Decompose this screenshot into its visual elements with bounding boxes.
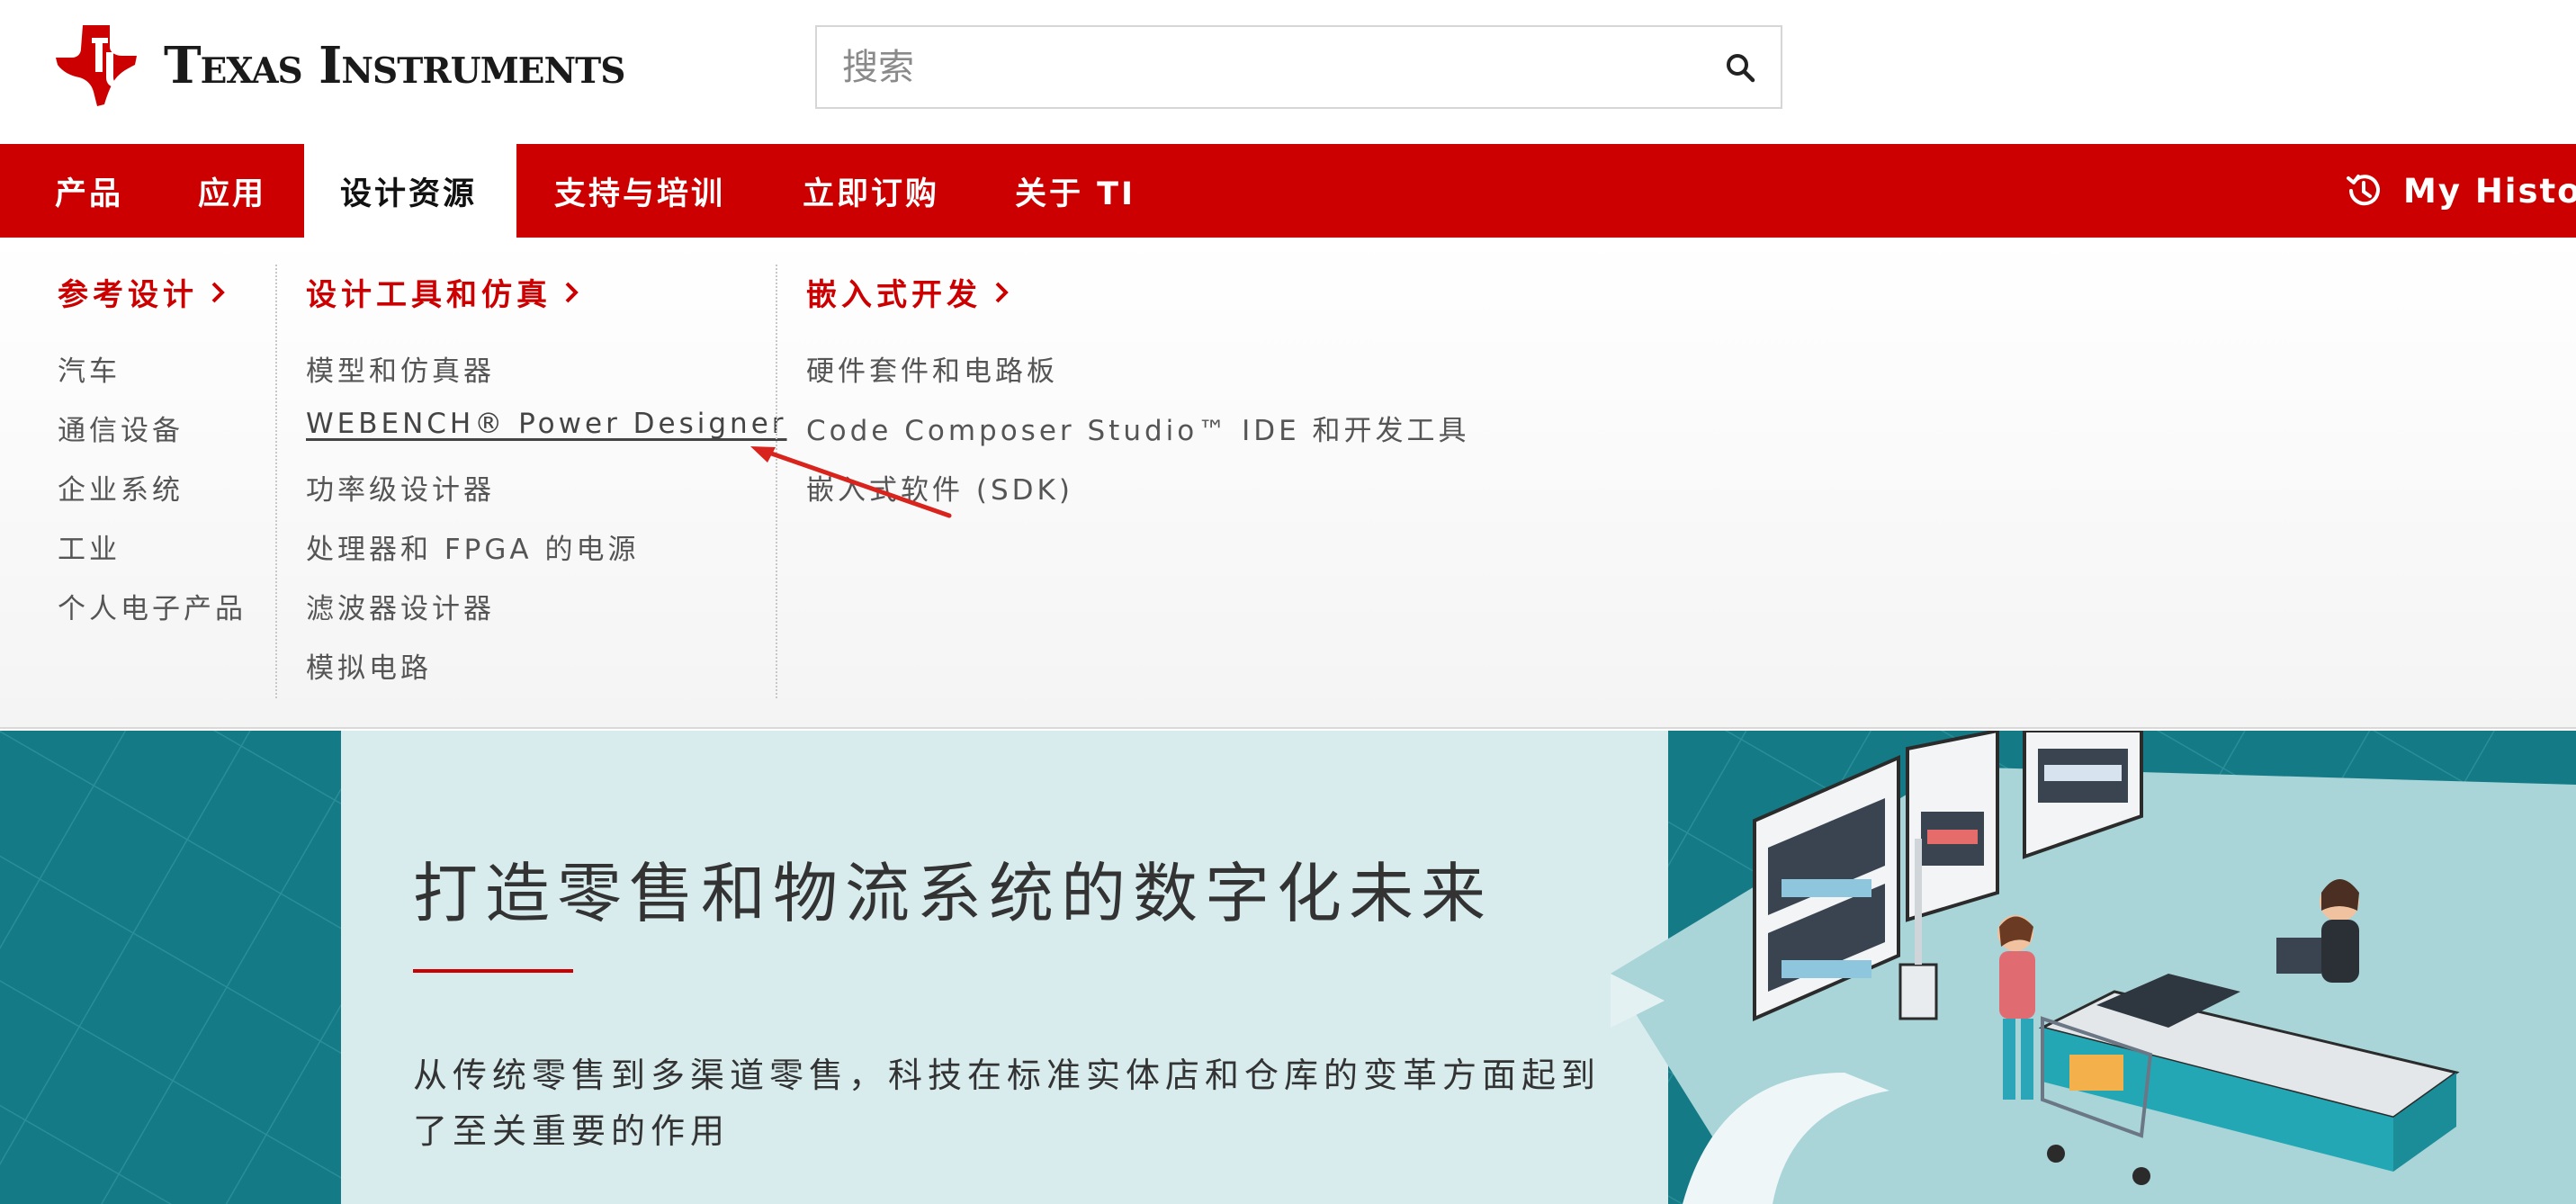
hero-title-underline [413,969,573,973]
search-button[interactable] [1700,27,1781,107]
nav-item-order-now[interactable]: 立即订购 [803,144,939,238]
menu-link-hardware-kits-boards[interactable]: 硬件套件和电路板 [806,348,1058,389]
menu-link-industrial[interactable]: 工业 [58,526,121,567]
nav-item-applications[interactable]: 应用 [198,144,266,238]
menu-link-code-composer-studio[interactable]: Code Composer Studio™ IDE 和开发工具 [806,408,1470,448]
nav-label: 产品 [55,175,124,212]
nav-item-products[interactable]: 产品 [55,144,123,238]
ti-logo[interactable]: Texas Instruments [56,25,625,106]
chevron-right-icon [565,282,579,302]
menu-link-automotive[interactable]: 汽车 [58,348,121,389]
nav-label: 支持与培训 [554,175,726,212]
nav-item-about-ti[interactable]: 关于 TI [1015,144,1135,238]
site-header: Texas Instruments [0,0,2576,144]
menu-link-analog-circuits[interactable]: 模拟电路 [306,645,432,686]
nav-label: 关于 TI [1015,175,1136,212]
menu-heading-label: 嵌入式开发 [806,277,982,313]
chevron-right-icon [211,282,225,302]
search-input[interactable] [817,27,1700,107]
nav-label: 应用 [198,175,267,212]
menu-link-power-stage-designer[interactable]: 功率级设计器 [306,467,495,508]
search-icon [1727,53,1755,82]
menu-link-enterprise-systems[interactable]: 企业系统 [58,467,184,508]
nav-item-design-resources[interactable]: 设计资源 [304,144,516,238]
menu-link-embedded-software-sdk[interactable]: 嵌入式软件 (SDK) [806,467,1073,508]
primary-nav: 产品 应用 设计资源 支持与培训 立即订购 关于 TI My History [0,144,2576,238]
menu-divider [776,265,777,698]
history-icon [2347,175,2380,206]
menu-link-filter-designer[interactable]: 滤波器设计器 [306,586,495,626]
nav-label: 设计资源 [340,175,478,212]
menu-link-webench-power-designer[interactable]: WEBENCH® Power Designer [306,408,787,440]
hero-title: 打造零售和物流系统的数字化未来 [413,856,1494,931]
hero-banner: 打造零售和物流系统的数字化未来 从传统零售到多渠道零售，科技在标准实体店和仓库的… [0,731,2576,1204]
menu-heading-label: 参考设计 [58,277,198,313]
menu-divider [275,265,277,698]
ti-logo-icon [56,25,137,106]
my-history-button[interactable]: My History [2344,144,2576,238]
chevron-right-icon [995,282,1009,302]
menu-heading-design-tools-simulation[interactable]: 设计工具和仿真 [306,270,579,314]
nav-label: 立即订购 [803,175,940,212]
menu-link-communications-equipment[interactable]: 通信设备 [58,408,184,448]
menu-link-processor-fpga-power[interactable]: 处理器和 FPGA 的电源 [306,526,639,567]
retail-store-illustration [1611,731,2576,1204]
menu-heading-reference-designs[interactable]: 参考设计 [58,270,225,314]
hero-text-card: 打造零售和物流系统的数字化未来 从传统零售到多渠道零售，科技在标准实体店和仓库的… [341,731,1668,1204]
nav-item-support-training[interactable]: 支持与培训 [554,144,725,238]
hero-description: 从传统零售到多渠道零售，科技在标准实体店和仓库的变革方面起到了至关重要的作用 [413,1056,1602,1151]
my-history-label: My History [2403,171,2576,211]
design-resources-mega-menu: 参考设计 汽车 通信设备 企业系统 工业 个人电子产品 设计工具和仿真 模型和仿… [0,238,2576,729]
menu-heading-embedded-development[interactable]: 嵌入式开发 [806,270,1009,314]
search-box [815,25,1782,109]
menu-link-models-simulators[interactable]: 模型和仿真器 [306,348,495,389]
logo-wordmark: Texas Instruments [164,36,625,95]
menu-link-personal-electronics[interactable]: 个人电子产品 [58,586,247,626]
menu-heading-label: 设计工具和仿真 [306,277,552,313]
